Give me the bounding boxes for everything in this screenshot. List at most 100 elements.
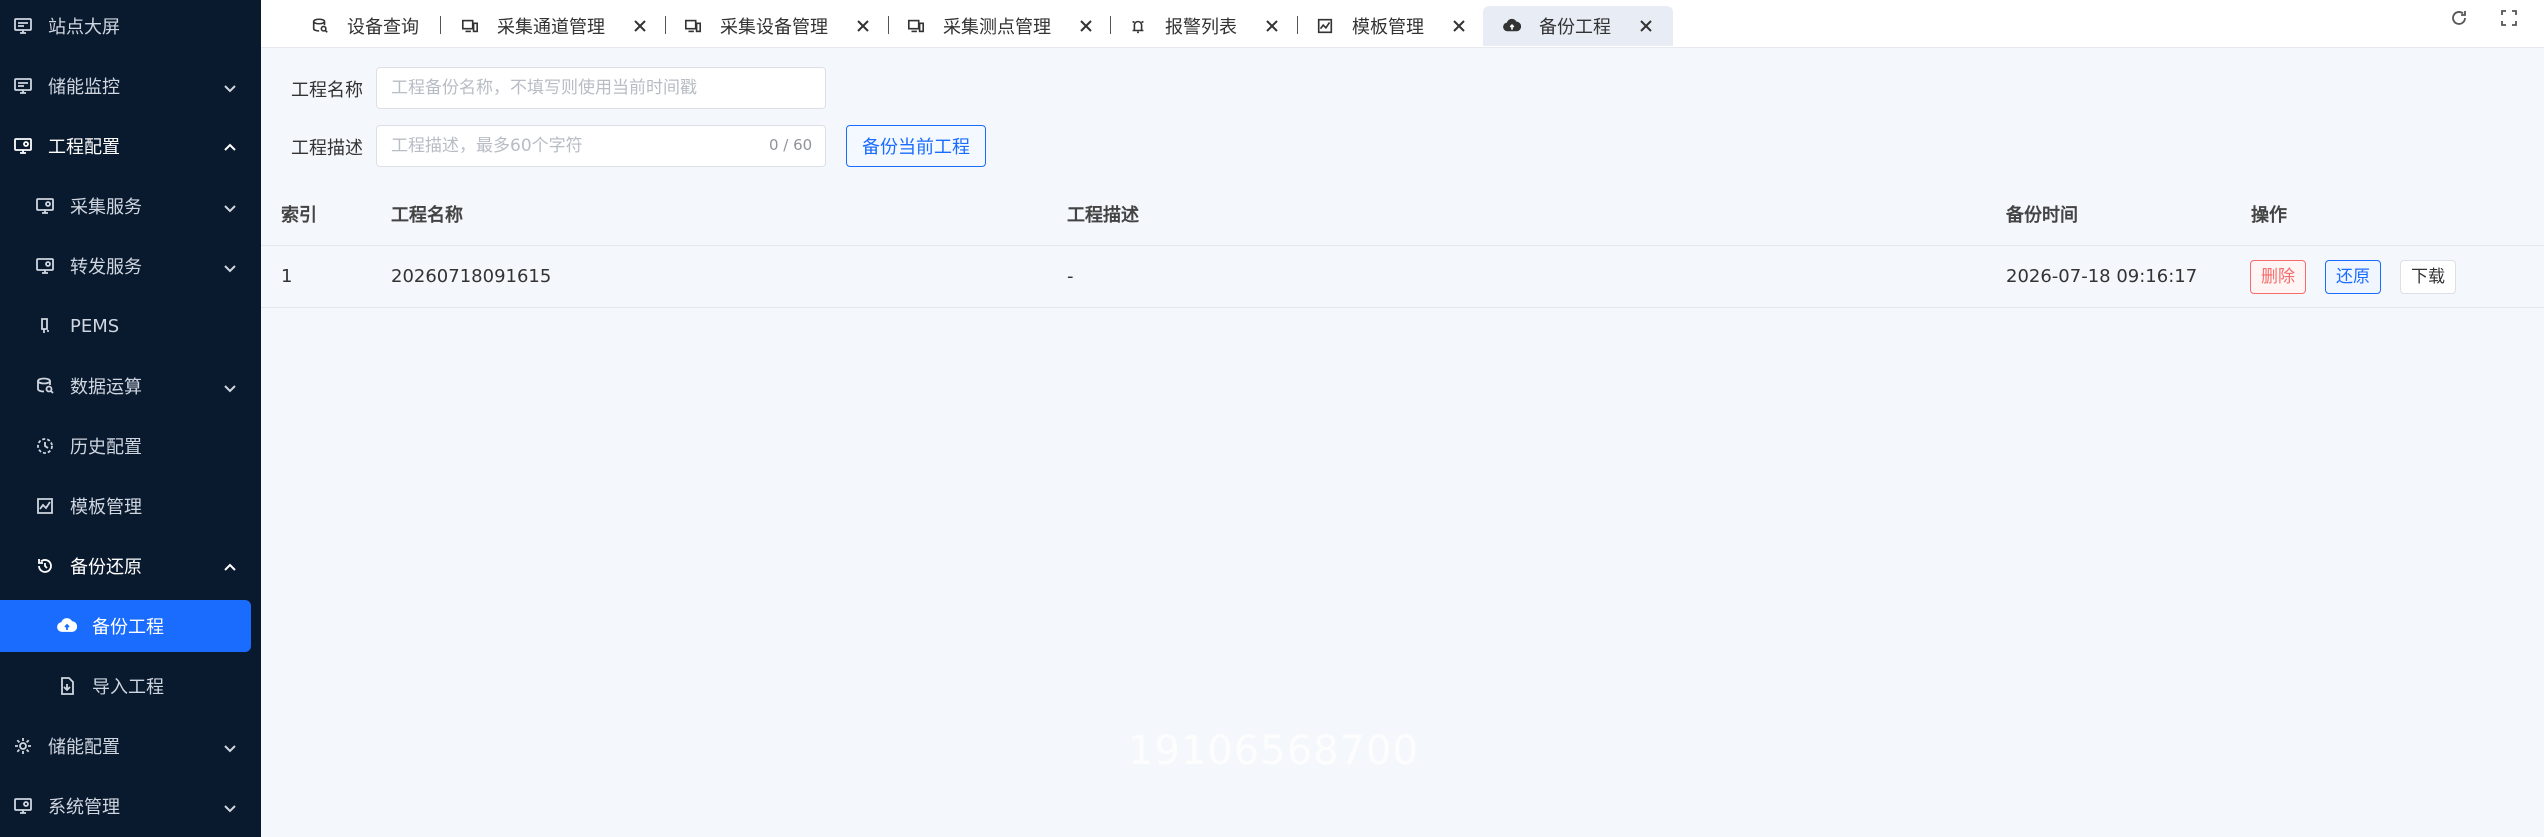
monitor-icon xyxy=(12,15,34,37)
close-icon[interactable] xyxy=(1639,19,1653,33)
fullscreen-icon xyxy=(2499,8,2519,32)
tab-collect-point[interactable]: 采集测点管理 xyxy=(907,6,1093,46)
pems-icon xyxy=(34,315,56,337)
restore-icon xyxy=(34,555,56,577)
sidebar-item-label: 备份还原 xyxy=(70,557,142,578)
cell-name: 20260718091615 xyxy=(391,266,552,287)
watermark: 19106568700 xyxy=(1128,728,1419,774)
column-header-name: 工程名称 xyxy=(391,205,463,226)
device-icon xyxy=(461,17,479,35)
sidebar-item-label: 数据运算 xyxy=(70,377,142,398)
tab-device-query[interactable]: 设备查询 xyxy=(311,6,419,46)
cloud-upload-icon xyxy=(56,615,78,637)
restore-button[interactable]: 还原 xyxy=(2325,260,2381,294)
sidebar-item-label: 工程配置 xyxy=(48,137,120,158)
sidebar-item-system-manage[interactable]: 系统管理 xyxy=(0,780,261,832)
sidebar-item-label: 导入工程 xyxy=(92,677,164,698)
project-name-input[interactable] xyxy=(376,67,826,109)
tab-alarm-list[interactable]: 报警列表 xyxy=(1129,6,1279,46)
sidebar-item-collect-service[interactable]: 采集服务 xyxy=(0,180,261,232)
close-icon[interactable] xyxy=(1079,19,1093,33)
close-icon[interactable] xyxy=(1265,19,1279,33)
config-screen-icon xyxy=(12,135,34,157)
gear-icon xyxy=(12,735,34,757)
table-header: 索引 工程名称 工程描述 备份时间 操作 xyxy=(261,186,2544,246)
column-header-time: 备份时间 xyxy=(2006,205,2078,226)
tab-bar: 设备查询 采集通道管理 采集设备管理 采集测点管理 报警列表 模板管理 备份工程 xyxy=(261,0,2544,48)
tab-label: 采集设备管理 xyxy=(720,17,828,38)
fullscreen-button[interactable] xyxy=(2497,8,2521,32)
project-desc-label: 工程描述 xyxy=(291,138,363,159)
cell-time: 2026-07-18 09:16:17 xyxy=(2006,266,2198,287)
config-screen-icon xyxy=(12,795,34,817)
tab-label: 报警列表 xyxy=(1165,17,1237,38)
column-header-desc: 工程描述 xyxy=(1067,205,1139,226)
project-name-label: 工程名称 xyxy=(291,80,363,101)
tab-label: 采集通道管理 xyxy=(497,17,605,38)
sidebar-item-storage-monitor[interactable]: 储能监控 xyxy=(0,60,261,112)
tab-label: 设备查询 xyxy=(347,17,419,38)
chevron-down-icon xyxy=(223,259,237,273)
chevron-down-icon xyxy=(223,739,237,753)
sidebar-item-pems[interactable]: PEMS xyxy=(0,300,261,352)
config-screen-icon xyxy=(34,195,56,217)
close-icon[interactable] xyxy=(1452,19,1466,33)
column-header-actions: 操作 xyxy=(2251,205,2287,226)
sidebar-item-forward-service[interactable]: 转发服务 xyxy=(0,240,261,292)
sidebar-item-template-manage[interactable]: 模板管理 xyxy=(0,480,261,532)
download-button[interactable]: 下载 xyxy=(2400,260,2456,294)
close-icon[interactable] xyxy=(633,19,647,33)
device-icon xyxy=(907,17,925,35)
sidebar-item-history-config[interactable]: 历史配置 xyxy=(0,420,261,472)
template-icon xyxy=(34,495,56,517)
sidebar-item-label: 站点大屏 xyxy=(48,17,120,38)
chevron-down-icon xyxy=(223,379,237,393)
table-row: 1 20260718091615 - 2026-07-18 09:16:17 删… xyxy=(261,246,2544,308)
tab-separator xyxy=(1297,16,1298,34)
tab-label: 备份工程 xyxy=(1539,17,1611,38)
sidebar-item-label: 转发服务 xyxy=(70,257,142,278)
close-icon[interactable] xyxy=(856,19,870,33)
data-search-icon xyxy=(311,17,329,35)
sidebar-item-import-project[interactable]: 导入工程 xyxy=(0,660,261,712)
cloud-upload-icon xyxy=(1503,17,1521,35)
tab-label: 采集测点管理 xyxy=(943,17,1051,38)
column-header-index: 索引 xyxy=(281,205,317,226)
sidebar-item-data-compute[interactable]: 数据运算 xyxy=(0,360,261,412)
sidebar-item-backup-project[interactable]: 备份工程 xyxy=(0,600,251,652)
tab-separator xyxy=(440,16,441,34)
refresh-button[interactable] xyxy=(2447,8,2471,32)
chevron-down-icon xyxy=(223,799,237,813)
sidebar-item-project-config[interactable]: 工程配置 xyxy=(0,120,261,172)
config-screen-icon xyxy=(34,255,56,277)
chevron-down-icon xyxy=(223,79,237,93)
cell-desc: - xyxy=(1067,266,1074,287)
tab-collect-channel[interactable]: 采集通道管理 xyxy=(461,6,647,46)
delete-button[interactable]: 删除 xyxy=(2250,260,2306,294)
chevron-up-icon xyxy=(223,139,237,153)
sidebar-item-station-screen[interactable]: 站点大屏 xyxy=(0,0,261,52)
tab-separator xyxy=(665,16,666,34)
sidebar-item-backup-restore[interactable]: 备份还原 xyxy=(0,540,261,592)
history-icon xyxy=(34,435,56,457)
refresh-icon xyxy=(2449,8,2469,32)
device-icon xyxy=(684,17,702,35)
data-search-icon xyxy=(34,375,56,397)
tab-collect-device[interactable]: 采集设备管理 xyxy=(684,6,870,46)
tab-separator xyxy=(888,16,889,34)
sidebar-item-storage-config[interactable]: 储能配置 xyxy=(0,720,261,772)
backup-current-project-button[interactable]: 备份当前工程 xyxy=(846,125,986,167)
file-import-icon xyxy=(56,675,78,697)
template-icon xyxy=(1316,17,1334,35)
chevron-up-icon xyxy=(223,559,237,573)
sidebar-item-label: 采集服务 xyxy=(70,197,142,218)
chevron-down-icon xyxy=(223,199,237,213)
project-desc-input[interactable] xyxy=(376,125,826,167)
desc-char-counter: 0 / 60 xyxy=(769,136,813,154)
tab-template-manage[interactable]: 模板管理 xyxy=(1316,6,1466,46)
sidebar-item-label: 历史配置 xyxy=(70,437,142,458)
tab-label: 模板管理 xyxy=(1352,17,1424,38)
tab-backup-project[interactable]: 备份工程 xyxy=(1483,6,1673,46)
sidebar-item-label: 储能监控 xyxy=(48,77,120,98)
cell-index: 1 xyxy=(281,266,293,287)
